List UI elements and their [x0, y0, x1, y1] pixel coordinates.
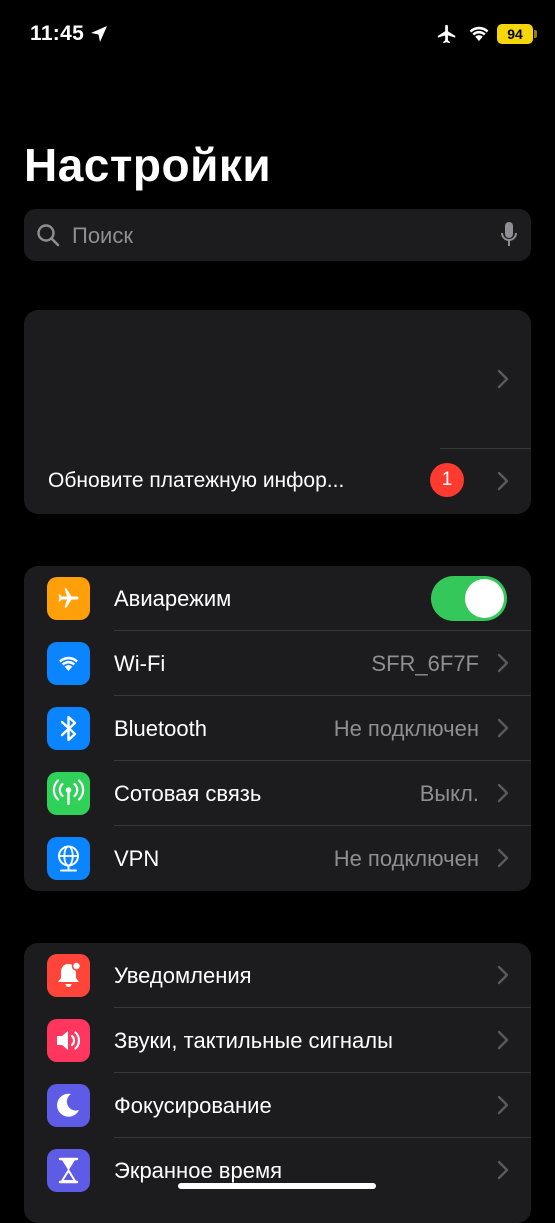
notifications-group: Уведомления Звуки, тактильные сигналы Фо… [24, 943, 531, 1223]
battery-icon: 94 [497, 24, 533, 44]
chevron-right-icon [497, 783, 509, 803]
settings-row-screen-time[interactable]: Экранное время [24, 1138, 531, 1203]
chevron-right-icon [497, 653, 509, 673]
home-indicator[interactable] [178, 1183, 376, 1189]
microphone-icon[interactable] [499, 221, 519, 249]
notifications-tile [47, 954, 90, 997]
chevron-right-icon [497, 1160, 509, 1180]
row-label: Уведомления [114, 963, 252, 988]
chevron-right-icon [497, 1030, 509, 1050]
row-label: Авиарежим [114, 586, 232, 611]
row-label: Сотовая связь [114, 781, 262, 806]
settings-row-sounds[interactable]: Звуки, тактильные сигналы [24, 1008, 531, 1073]
row-value: SFR_6F7F [371, 651, 479, 676]
settings-row-vpn[interactable]: VPN Не подключен [24, 826, 531, 891]
bluetooth-icon [60, 715, 77, 742]
update-payment-label: Обновите платежную инфор... [48, 469, 345, 492]
airplane-mode-toggle[interactable] [431, 576, 507, 621]
vpn-tile [47, 837, 90, 880]
settings-row-notifications[interactable]: Уведомления [24, 943, 531, 1008]
battery-tip [534, 30, 537, 38]
location-arrow-icon [91, 26, 107, 42]
settings-row-wifi[interactable]: Wi-Fi SFR_6F7F [24, 631, 531, 696]
settings-row-focus[interactable]: Фокусирование [24, 1073, 531, 1138]
settings-row-bluetooth[interactable]: Bluetooth Не подключен [24, 696, 531, 761]
update-payment-row[interactable]: Обновите платежную инфор... 1 [24, 449, 531, 514]
row-value: Не подключен [333, 716, 479, 741]
screen-time-tile [47, 1149, 90, 1192]
chevron-right-icon [497, 848, 509, 868]
row-value: Не подключен [333, 846, 479, 871]
wifi-icon [59, 656, 78, 671]
page-title: Настройки [24, 139, 272, 191]
search-bar[interactable] [24, 209, 531, 263]
notification-badge: 1 [430, 463, 464, 497]
search-icon [37, 224, 60, 247]
wifi-tile [47, 642, 90, 685]
chevron-right-icon [497, 471, 509, 491]
toggle-knob [465, 579, 504, 618]
cellular-tile [47, 772, 90, 815]
chevron-right-icon [497, 1095, 509, 1115]
account-group: Обновите платежную инфор... 1 [24, 310, 531, 514]
search-input[interactable] [70, 209, 474, 263]
focus-tile [47, 1084, 90, 1127]
row-label: Фокусирование [114, 1093, 272, 1118]
row-label: Bluetooth [114, 716, 207, 741]
status-time: 11:45 [30, 22, 85, 45]
status-bar: 11:45 94 [0, 0, 555, 70]
bluetooth-tile [47, 707, 90, 750]
hourglass-icon [58, 1157, 79, 1184]
chevron-right-icon [497, 369, 509, 389]
antenna-icon [52, 779, 85, 806]
row-label: VPN [114, 846, 160, 871]
settings-row-cellular[interactable]: Сотовая связь Выкл. [24, 761, 531, 826]
moon-icon [57, 1093, 79, 1117]
speaker-icon [57, 1031, 80, 1050]
globe-icon [58, 845, 79, 872]
airplane-icon [58, 588, 79, 608]
sounds-tile [47, 1019, 90, 1062]
row-value: Выкл. [419, 781, 479, 806]
settings-row-airplane-mode[interactable]: Авиарежим [24, 566, 531, 631]
wifi-icon [469, 26, 489, 41]
bell-icon [58, 961, 82, 987]
chevron-right-icon [497, 965, 509, 985]
row-label: Звуки, тактильные сигналы [114, 1028, 393, 1053]
airplane-icon [437, 24, 456, 44]
network-group: Авиарежим Wi-Fi SFR_6F7F Bluetooth Не по… [24, 566, 531, 891]
apple-account-row[interactable] [24, 310, 531, 448]
airplane-tile [47, 577, 90, 620]
row-label: Wi-Fi [114, 651, 166, 676]
chevron-right-icon [497, 718, 509, 738]
row-label: Экранное время [114, 1158, 282, 1183]
